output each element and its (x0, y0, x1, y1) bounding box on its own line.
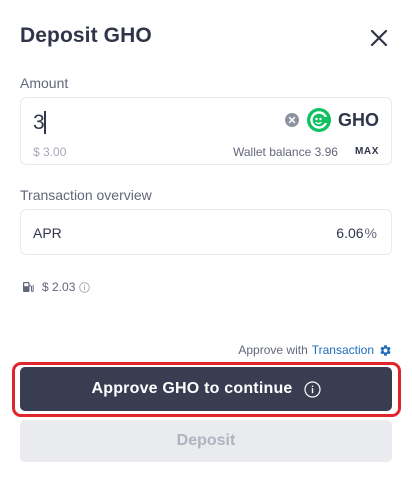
modal-title: Deposit GHO (20, 24, 152, 47)
approve-button[interactable]: Approve GHO to continue (20, 367, 392, 411)
deposit-modal: Deposit GHO Amount GHO $ 3.00 Wallet bal… (0, 0, 412, 486)
approve-with-prefix: Approve with (238, 343, 308, 357)
approve-method-link[interactable]: Transaction (312, 343, 374, 357)
amount-label: Amount (20, 75, 69, 91)
close-icon (370, 29, 388, 47)
clear-circle-icon (288, 116, 296, 124)
approve-method: Approve with Transaction (238, 343, 392, 357)
gas-estimate: $ 2.03 (22, 280, 91, 294)
max-button[interactable]: MAX (355, 146, 379, 157)
apr-number: 6.06 (336, 225, 364, 241)
apr-label: APR (33, 225, 62, 241)
gho-token-icon (307, 108, 331, 132)
wallet-balance: Wallet balance 3.96 (233, 145, 338, 159)
info-circle-icon[interactable] (79, 281, 91, 293)
deposit-button: Deposit (20, 420, 392, 462)
info-circle-icon (303, 380, 321, 398)
gear-icon[interactable] (379, 344, 392, 357)
transaction-overview-label: Transaction overview (20, 187, 152, 203)
apr-unit: % (364, 225, 377, 241)
close-button[interactable] (366, 25, 392, 51)
amount-input-box: GHO $ 3.00 Wallet balance 3.96 MAX (20, 97, 392, 165)
token-symbol: GHO (338, 110, 380, 130)
gas-pump-icon (23, 282, 34, 293)
clear-input-button[interactable] (285, 113, 299, 127)
gas-value: $ 2.03 (42, 280, 76, 294)
transaction-overview-box: APR 6.06% (20, 209, 392, 255)
amount-input[interactable] (33, 108, 233, 138)
approve-button-label: Approve GHO to continue (91, 380, 293, 397)
text-caret (44, 111, 46, 134)
apr-value: 6.06% (336, 225, 377, 241)
usd-value: $ 3.00 (33, 145, 67, 159)
